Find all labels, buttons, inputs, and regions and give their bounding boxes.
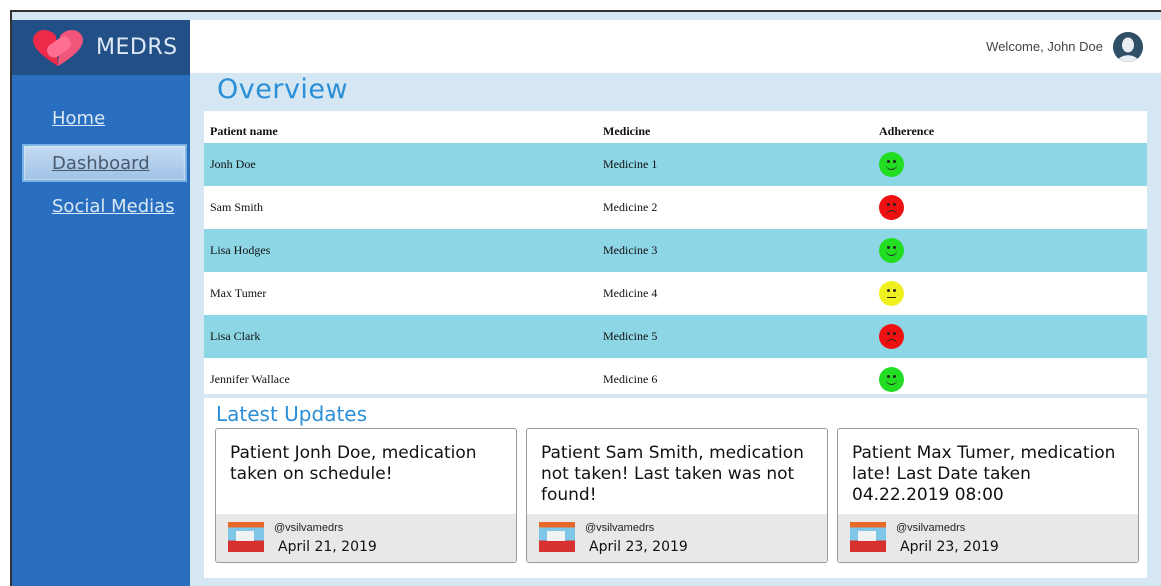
update-footer: @vsilvamedrs April 21, 2019: [216, 514, 516, 562]
patient-name: Sam Smith: [210, 200, 264, 214]
app-name: MEDRS: [96, 35, 178, 60]
table-row[interactable]: Jennifer Wallace Medicine 6: [204, 358, 1147, 401]
column-header-medicine: Medicine: [603, 123, 651, 138]
update-handle: @vsilvamedrs: [274, 522, 344, 534]
neutral-face-icon: [879, 281, 904, 306]
happy-face-icon: [879, 367, 904, 392]
medicine-name: Medicine 5: [603, 315, 879, 358]
sidebar: MEDRS Home Dashboard Social Medias: [12, 20, 190, 586]
thumbnail-image: [850, 522, 886, 552]
patient-name: Lisa Clark: [204, 315, 603, 358]
sad-face-icon: [879, 195, 904, 220]
sidebar-nav: Home Dashboard Social Medias: [12, 75, 190, 223]
update-text: Patient Sam Smith, medication not taken!…: [541, 443, 804, 505]
adherence-cell: [879, 358, 1147, 401]
sad-face-icon: [879, 324, 904, 349]
patient-name: Max Tumer: [210, 286, 267, 300]
update-card[interactable]: Patient Jonh Doe, medication taken on sc…: [215, 428, 517, 563]
update-handle: @vsilvamedrs: [585, 522, 655, 534]
user-avatar-icon[interactable]: [1113, 31, 1143, 62]
adherence-cell: [879, 186, 1147, 229]
medicine-name: Medicine 1: [603, 143, 879, 186]
update-footer: @vsilvamedrs April 23, 2019: [527, 514, 827, 562]
happy-face-icon: [879, 152, 904, 177]
thumbnail-image: [539, 522, 575, 552]
top-bar: Welcome, John Doe: [190, 20, 1161, 73]
sidebar-item-home[interactable]: Home: [52, 103, 190, 135]
patient-name: Jennifer Wallace: [210, 372, 290, 386]
update-card[interactable]: Patient Sam Smith, medication not taken!…: [526, 428, 828, 563]
sidebar-item-dashboard[interactable]: Dashboard: [22, 144, 187, 182]
adherence-cell: [879, 315, 1147, 358]
medicine-name: Medicine 6: [603, 372, 658, 386]
adherence-cell: [879, 272, 1147, 315]
table-row[interactable]: Lisa Hodges Medicine 3: [204, 229, 1147, 272]
update-text: Patient Max Tumer, medication late! Last…: [852, 443, 1116, 505]
medicine-name: Medicine 3: [603, 229, 879, 272]
table-row[interactable]: Sam Smith Medicine 2: [204, 186, 1147, 229]
welcome-text: Welcome, John Doe: [986, 39, 1103, 54]
heart-logo-icon: [28, 26, 88, 70]
update-handle: @vsilvamedrs: [896, 522, 966, 534]
medicine-name: Medicine 4: [603, 286, 658, 300]
table-row[interactable]: Jonh Doe Medicine 1: [204, 143, 1147, 186]
patient-name: Jonh Doe: [204, 143, 603, 186]
column-header-patient: Patient name: [210, 123, 278, 138]
table-row[interactable]: Max Tumer Medicine 4: [204, 272, 1147, 315]
patient-table: Patient name Medicine Adherence Jonh Doe…: [204, 111, 1147, 394]
update-date: April 23, 2019: [900, 539, 999, 555]
sidebar-item-social-medias[interactable]: Social Medias: [52, 191, 190, 223]
thumbnail-image: [228, 522, 264, 552]
column-header-adherence: Adherence: [879, 123, 935, 138]
adherence-cell: [879, 229, 1147, 272]
table-row[interactable]: Lisa Clark Medicine 5: [204, 315, 1147, 358]
table-header-row: Patient name Medicine Adherence: [204, 111, 1147, 143]
update-card[interactable]: Patient Max Tumer, medication late! Last…: [837, 428, 1139, 563]
latest-updates-panel: Latest Updates Patient Jonh Doe, medicat…: [204, 398, 1147, 578]
update-date: April 23, 2019: [589, 539, 688, 555]
update-date: April 21, 2019: [278, 539, 377, 555]
page-title: Overview: [217, 74, 349, 105]
happy-face-icon: [879, 238, 904, 263]
update-text: Patient Jonh Doe, medication taken on sc…: [230, 443, 477, 484]
logo-bar: MEDRS: [12, 20, 190, 75]
latest-updates-title: Latest Updates: [216, 402, 368, 426]
adherence-cell: [879, 143, 1147, 186]
update-footer: @vsilvamedrs April 23, 2019: [838, 514, 1138, 562]
patient-name: Lisa Hodges: [204, 229, 603, 272]
medicine-name: Medicine 2: [603, 200, 658, 214]
app-frame: MEDRS Home Dashboard Social Medias Welco…: [10, 10, 1161, 586]
